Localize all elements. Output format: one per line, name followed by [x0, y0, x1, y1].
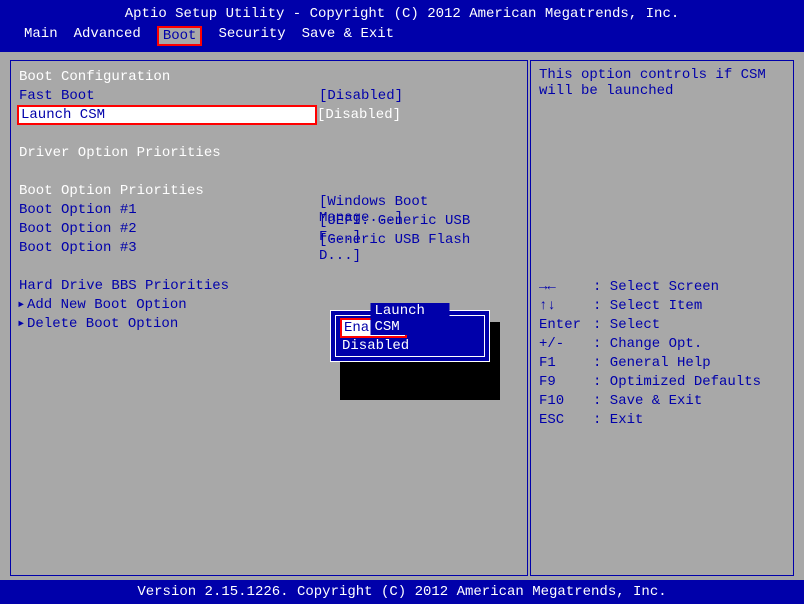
section-boot-config: Boot Configuration [19, 69, 319, 85]
key-f1: F1: General Help [539, 355, 785, 374]
key-change-opt: +/-: Change Opt. [539, 336, 785, 355]
label-delete-boot: Delete Boot Option [19, 316, 319, 332]
label-boot-opt-1: Boot Option #1 [19, 202, 319, 218]
key-select-screen: →←: Select Screen [539, 279, 785, 298]
section-driver-priorities: Driver Option Priorities [19, 145, 319, 161]
footer-bar: Version 2.15.1226. Copyright (C) 2012 Am… [0, 580, 804, 604]
label-fast-boot: Fast Boot [19, 88, 319, 104]
menu-save-exit[interactable]: Save & Exit [302, 26, 394, 46]
section-boot-priorities: Boot Option Priorities [19, 183, 319, 199]
key-enter: Enter: Select [539, 317, 785, 336]
menu-boot[interactable]: Boot [157, 26, 203, 46]
help-text: This option controls if CSM will be laun… [539, 67, 785, 99]
popup-title: Launch CSM [371, 303, 450, 335]
header-bar: Aptio Setup Utility - Copyright (C) 2012… [0, 0, 804, 52]
caret-icon: ▸ [17, 296, 25, 313]
menubar: Main Advanced Boot Security Save & Exit [0, 24, 804, 50]
menu-main[interactable]: Main [24, 26, 58, 46]
popup-option-disabled[interactable]: Disabled [340, 338, 411, 354]
value-boot-opt-3: [Generic USB Flash D...] [319, 232, 519, 264]
value-fast-boot: [Disabled] [319, 88, 403, 104]
row-fast-boot[interactable]: Fast Boot [Disabled] [19, 86, 519, 105]
caret-icon: ▸ [17, 315, 25, 332]
label-hdd-bbs: Hard Drive BBS Priorities [19, 278, 319, 294]
key-f10: F10: Save & Exit [539, 393, 785, 412]
row-boot-opt-3[interactable]: Boot Option #3 [Generic USB Flash D...] [19, 238, 519, 257]
label-add-boot: Add New Boot Option [19, 297, 319, 313]
row-hdd-bbs[interactable]: Hard Drive BBS Priorities [19, 276, 519, 295]
label-boot-opt-3: Boot Option #3 [19, 240, 319, 256]
right-panel: This option controls if CSM will be laun… [530, 60, 794, 576]
app-title: Aptio Setup Utility - Copyright (C) 2012… [0, 4, 804, 24]
menu-advanced[interactable]: Advanced [74, 26, 141, 46]
label-boot-opt-2: Boot Option #2 [19, 221, 319, 237]
key-esc: ESC: Exit [539, 412, 785, 431]
menu-security[interactable]: Security [218, 26, 285, 46]
row-launch-csm[interactable]: Launch CSM [Disabled] [19, 105, 519, 124]
value-launch-csm: [Disabled] [317, 107, 401, 123]
label-launch-csm: Launch CSM [17, 105, 317, 125]
key-select-item: ↑↓: Select Item [539, 298, 785, 317]
popup-launch-csm: Launch CSM Enabled Disabled [330, 310, 490, 362]
key-f9: F9: Optimized Defaults [539, 374, 785, 393]
